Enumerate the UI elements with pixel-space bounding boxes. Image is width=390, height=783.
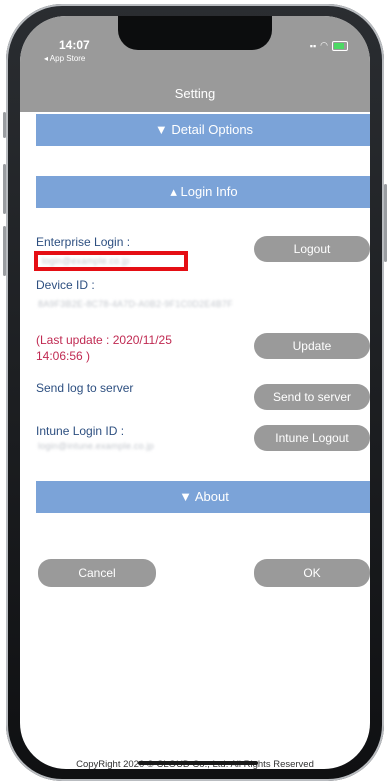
intune-logout-button[interactable]: Intune Logout — [254, 425, 370, 451]
update-button[interactable]: Update — [254, 333, 370, 359]
cancel-button[interactable]: Cancel — [38, 559, 156, 587]
screen: 14:07 ◂ App Store ▪▪ ◠ Setting ▼ Detail … — [20, 16, 370, 769]
detail-options-header[interactable]: ▼ Detail Options — [36, 114, 370, 146]
send-to-server-button[interactable]: Send to server — [254, 384, 370, 410]
enterprise-login-label: Enterprise Login : — [36, 235, 131, 249]
last-update-text: (Last update : 2020/11/25 14:06:56 ) — [36, 333, 172, 363]
nav-bar: Setting — [20, 76, 370, 112]
volume-down-button — [3, 226, 6, 276]
intune-login-id-label: Intune Login ID : — [36, 424, 125, 438]
device-id-label: Device ID : — [36, 278, 95, 292]
mute-switch — [3, 112, 6, 138]
back-to-app-link[interactable]: ◂ App Store — [44, 54, 85, 63]
intune-login-id-value: login@intune.example.co.jp — [38, 441, 154, 451]
home-indicator[interactable] — [138, 761, 258, 765]
phone-frame: 14:07 ◂ App Store ▪▪ ◠ Setting ▼ Detail … — [3, 4, 387, 781]
login-info-header[interactable]: ▴ Login Info — [36, 176, 370, 208]
notch — [118, 16, 272, 50]
highlight-box — [34, 251, 188, 271]
logout-button[interactable]: Logout — [254, 236, 370, 262]
about-header[interactable]: ▼ About — [36, 481, 370, 513]
wifi-icon: ◠ — [320, 40, 328, 50]
ok-button[interactable]: OK — [254, 559, 370, 587]
device-id-value: 8A9F3B2E-8C78-4A7D-A0B2-9F1C0D2E4B7F — [38, 299, 233, 309]
status-time: 14:07 — [59, 38, 90, 52]
power-button — [384, 184, 387, 262]
signal-icon: ▪▪ — [309, 40, 317, 51]
page-title: Setting — [174, 86, 216, 101]
status-icons: ▪▪ ◠ — [310, 40, 348, 51]
volume-up-button — [3, 164, 6, 214]
battery-icon — [332, 40, 348, 51]
send-log-label: Send log to server — [36, 381, 134, 395]
